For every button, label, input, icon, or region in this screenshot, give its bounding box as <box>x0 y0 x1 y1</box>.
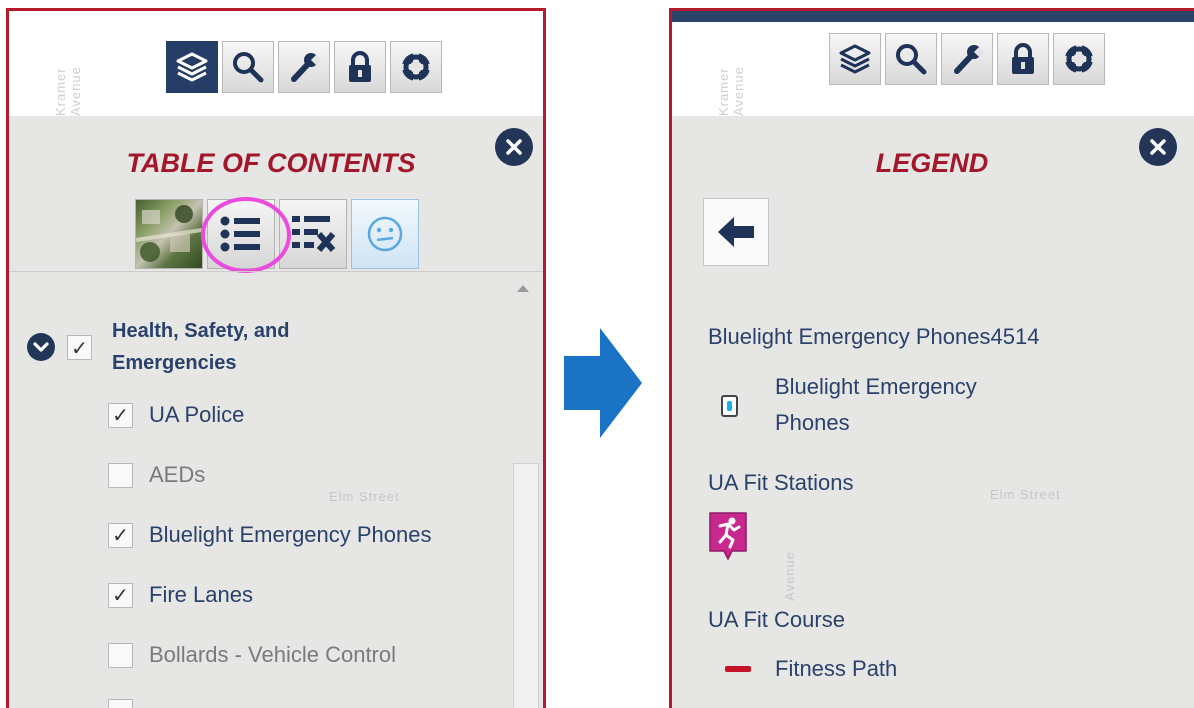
lock-button[interactable] <box>997 33 1049 85</box>
scrollbar[interactable] <box>507 283 539 708</box>
legend-layer-heading: UA Fit Course <box>708 607 845 633</box>
main-toolbar <box>829 33 1109 85</box>
layer-group: ✓ Health, Safety, and Emergencies <box>27 315 372 379</box>
panel-title: TABLE OF CONTENTS <box>6 148 543 179</box>
layer-checkbox[interactable] <box>108 463 133 488</box>
layer-label: AEDs <box>149 462 205 488</box>
scroll-thumb[interactable] <box>513 463 539 708</box>
layer-item[interactable]: ✓ Fire Lanes <box>108 579 253 611</box>
expand-toggle-button[interactable] <box>27 333 55 361</box>
lock-button[interactable] <box>334 41 386 93</box>
layer-item[interactable] <box>108 695 133 708</box>
map-street-label: Kramer Avenue <box>53 23 83 116</box>
tab-basemap[interactable] <box>135 199 203 269</box>
map-street-label: Elm Street <box>990 487 1061 502</box>
search-button[interactable] <box>222 41 274 93</box>
remove-layers-icon <box>289 212 337 256</box>
wrench-icon <box>949 41 985 77</box>
layer-item[interactable]: AEDs <box>108 459 205 491</box>
chevron-down-icon <box>33 341 49 353</box>
lifebuoy-icon <box>398 49 434 85</box>
toc-tabs <box>135 199 423 269</box>
layers-icon <box>173 48 211 86</box>
bluelight-phone-icon <box>721 395 738 417</box>
wrench-icon <box>286 49 322 85</box>
tab-remove-layers[interactable] <box>279 199 347 269</box>
close-button[interactable] <box>495 128 533 166</box>
legend-layer-heading: UA Fit Stations <box>708 470 854 496</box>
map-street-label: Elm Street <box>329 489 400 504</box>
top-toolbar-area: Kramer Avenue <box>672 11 1194 116</box>
back-button[interactable] <box>703 198 769 266</box>
map-street-label: Kramer Avenue <box>716 23 746 116</box>
close-icon <box>505 138 523 156</box>
group-label: Health, Safety, and Emergencies <box>112 315 372 379</box>
tab-legend[interactable] <box>207 199 275 269</box>
layer-label: Bluelight Emergency Phones <box>149 522 432 548</box>
layers-button[interactable] <box>166 41 218 93</box>
group-checkbox[interactable]: ✓ <box>67 335 92 360</box>
layer-item[interactable]: ✓ UA Police <box>108 399 244 431</box>
layer-checkbox[interactable]: ✓ <box>108 403 133 428</box>
layer-label: Bollards - Vehicle Control <box>149 642 396 668</box>
table-of-contents-panel: Kramer Avenue <box>6 8 546 708</box>
layer-label: Fire Lanes <box>149 582 253 608</box>
header-bar <box>672 11 1194 22</box>
layer-checkbox[interactable]: ✓ <box>108 583 133 608</box>
search-button[interactable] <box>885 33 937 85</box>
legend-item-label: Fitness Path <box>775 651 897 687</box>
basemap-thumbnail-icon <box>136 200 202 268</box>
scroll-up-arrow-icon[interactable] <box>517 285 529 292</box>
layer-label: UA Police <box>149 402 244 428</box>
transition-arrow-icon <box>564 328 642 438</box>
map-street-label: Avenue <box>782 551 797 601</box>
close-button[interactable] <box>1139 128 1177 166</box>
layer-checkbox[interactable]: ✓ <box>108 523 133 548</box>
main-toolbar <box>166 41 446 93</box>
tab-feedback[interactable] <box>351 199 419 269</box>
lock-icon <box>1006 41 1040 77</box>
top-toolbar-area: Kramer Avenue <box>9 11 543 116</box>
fitness-path-swatch <box>725 666 751 672</box>
layer-checkbox[interactable] <box>108 643 133 668</box>
search-icon <box>230 49 266 85</box>
legend-panel: Kramer Avenue <box>669 8 1194 708</box>
help-button[interactable] <box>390 41 442 93</box>
search-icon <box>893 41 929 77</box>
layers-icon <box>836 40 874 78</box>
fitness-station-icon <box>708 511 748 561</box>
list-icon <box>219 214 263 254</box>
legend-layer-heading: Bluelight Emergency Phones4514 <box>708 324 1039 350</box>
help-button[interactable] <box>1053 33 1105 85</box>
divider <box>9 271 543 272</box>
layer-item[interactable]: ✓ Bluelight Emergency Phones <box>108 519 432 551</box>
panel-title: LEGEND <box>672 148 1192 179</box>
tools-button[interactable] <box>278 41 330 93</box>
close-icon <box>1149 138 1167 156</box>
arrow-left-icon <box>716 215 756 249</box>
lifebuoy-icon <box>1061 41 1097 77</box>
tools-button[interactable] <box>941 33 993 85</box>
smiley-icon <box>365 214 405 254</box>
layer-checkbox[interactable] <box>108 699 133 708</box>
layers-button[interactable] <box>829 33 881 85</box>
lock-icon <box>343 49 377 85</box>
legend-item-label: Bluelight Emergency Phones <box>775 369 1055 441</box>
layer-item[interactable]: Bollards - Vehicle Control <box>108 639 396 671</box>
